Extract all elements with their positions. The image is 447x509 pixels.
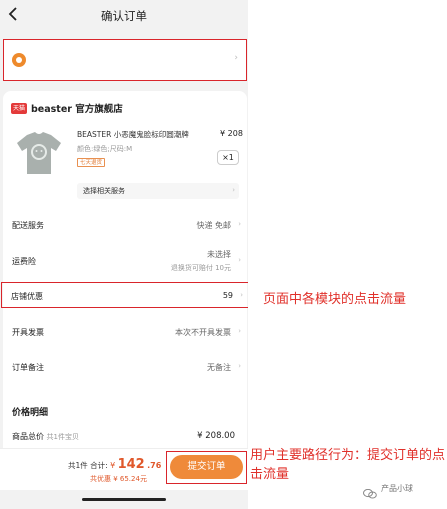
product-spec: 颜色:绿色;尺码:M <box>77 145 133 153</box>
return-badge: 七天退货 <box>77 158 106 167</box>
shop-discount-value: 59 <box>222 291 233 300</box>
chevron-right-icon: › <box>238 362 241 370</box>
remark-row[interactable]: 订单备注 无备注 › <box>3 354 247 380</box>
insurance-label: 运费险 <box>12 257 36 266</box>
annotation-module-clicks: 页面中各模块的点击流量 <box>263 292 407 307</box>
product-price: ¥ 208 <box>220 129 243 138</box>
wechat-icon <box>363 484 377 498</box>
insurance-row[interactable]: 运费险 未选择 退换货可赔付 10元 › <box>3 242 247 278</box>
remark-value: 无备注 <box>207 363 231 372</box>
delivery-row[interactable]: 配送服务 快递 免邮 › <box>3 212 247 238</box>
total-amount-dec: .76 <box>147 461 162 470</box>
item-count: 共1件 <box>68 461 88 470</box>
order-total: 共1件 合计: ¥ 142 .76 <box>68 457 161 472</box>
currency-symbol: ¥ <box>110 461 116 470</box>
page-title: 确认订单 <box>101 9 147 23</box>
chevron-right-icon: › <box>240 291 243 299</box>
service-label: 选择相关服务 <box>83 187 125 195</box>
chevron-right-icon: › <box>238 327 241 335</box>
remark-label: 订单备注 <box>12 363 44 372</box>
chevron-right-icon: › <box>238 220 241 228</box>
invoice-row[interactable]: 开具发票 本次不开具发票 › <box>3 319 247 345</box>
invoice-value: 本次不开具发票 <box>175 328 231 337</box>
total-price-label: 商品总价 共1件宝贝 <box>12 431 79 442</box>
watermark: 产品小球 <box>363 483 413 498</box>
nav-bar: 确认订单 <box>0 0 248 34</box>
product-thumbnail[interactable] <box>13 127 65 179</box>
total-item-count: 共1件宝贝 <box>46 433 80 441</box>
location-icon <box>12 53 26 67</box>
submit-highlight: 提交订单 <box>166 451 247 484</box>
chevron-right-icon: › <box>238 256 241 264</box>
chevron-right-icon: › <box>232 186 235 194</box>
insurance-subvalue: 退换货可赔付 10元 <box>170 264 231 272</box>
shop-header[interactable]: 天猫 beaster 官方旗舰店 <box>11 101 123 115</box>
home-indicator <box>82 498 166 501</box>
total-price-value: ¥ 208.00 <box>197 431 235 441</box>
total-label: 合计: <box>90 461 108 470</box>
insurance-value: 未选择 <box>207 250 231 259</box>
service-select[interactable]: 选择相关服务 › <box>77 183 239 199</box>
checkout-bar: 共1件 合计: ¥ 142 .76 共优惠 ¥ 65.24元 提交订单 <box>0 448 248 490</box>
phone-screen: 确认订单 › 天猫 beaster 官方旗舰店 BEASTER 小恶魔鬼脸标印圆… <box>0 0 248 509</box>
annotation-main-path: 用户主要路径行为：提交订单的点击流量 <box>250 448 446 482</box>
price-detail-card: 价格明细 商品总价 共1件宝贝 ¥ 208.00 <box>3 393 247 453</box>
shop-discount-row[interactable]: 店铺优惠 59 › <box>1 282 248 308</box>
total-price-text: 商品总价 <box>12 432 44 441</box>
shop-discount-label: 店铺优惠 <box>11 292 43 301</box>
chevron-right-icon: › <box>234 53 238 63</box>
delivery-value: 快递 免邮 <box>196 221 231 230</box>
discount-total: 共优惠 ¥ 65.24元 <box>90 475 147 483</box>
quantity-stepper[interactable]: ×1 <box>217 150 239 165</box>
invoice-label: 开具发票 <box>12 328 44 337</box>
total-amount-int: 142 <box>117 457 145 472</box>
price-detail-title: 价格明细 <box>12 408 49 418</box>
address-module[interactable]: › <box>3 39 247 81</box>
delivery-label: 配送服务 <box>12 221 44 230</box>
shop-logo: 天猫 <box>11 102 27 114</box>
watermark-text: 产品小球 <box>381 484 413 493</box>
product-name: BEASTER 小恶魔鬼脸标印圆潮牌 <box>77 130 189 139</box>
submit-order-button[interactable]: 提交订单 <box>170 455 243 479</box>
shop-name: beaster 官方旗舰店 <box>31 104 123 115</box>
